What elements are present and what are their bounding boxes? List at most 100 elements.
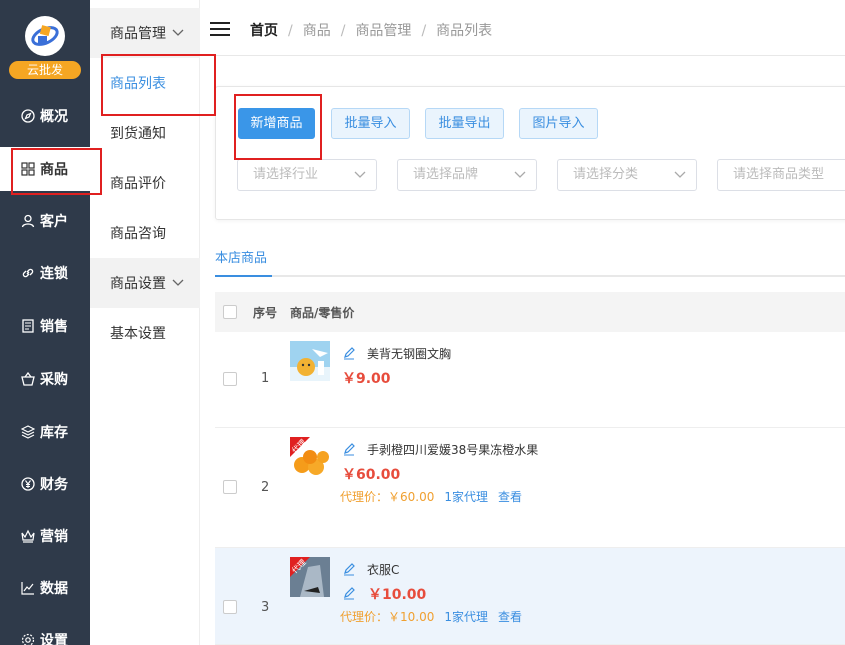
breadcrumb-goods-list: 商品列表 <box>436 23 493 39</box>
nav-item-label: 销售 <box>40 319 68 335</box>
nav-item-label: 商品 <box>40 162 68 178</box>
submenu-item-goods-list[interactable]: 商品列表 <box>90 58 200 108</box>
brand-logo[interactable]: 云批发 <box>0 0 90 90</box>
add-goods-button[interactable]: 新增商品 <box>238 108 315 139</box>
line-chart-icon <box>20 580 36 596</box>
submenu-group-goods-settings[interactable]: 商品设置 <box>90 258 200 308</box>
layers-icon <box>20 424 36 440</box>
agent-price-line: 代理价：￥10.00 1家代理 查看 <box>340 608 522 625</box>
basket-icon <box>20 371 36 387</box>
table-row: 1 美背无钢圈文胸 ￥9.00 <box>215 332 845 428</box>
row-checkbox[interactable] <box>223 372 237 386</box>
goods-thumbnail[interactable] <box>290 341 330 381</box>
view-link[interactable]: 查看 <box>498 610 522 624</box>
agent-count-link[interactable]: 1家代理 <box>444 610 488 624</box>
nav-item-label: 财务 <box>40 477 68 493</box>
breadcrumb-goods[interactable]: 商品 <box>303 23 331 39</box>
goods-type-select[interactable]: 请选择商品类型 <box>717 159 845 191</box>
chevron-down-icon <box>514 160 526 202</box>
nav-item-settings[interactable]: 设置 <box>0 618 90 645</box>
batch-export-button[interactable]: 批量导出 <box>425 108 504 139</box>
nav-item-purchase[interactable]: 采购 <box>0 357 90 401</box>
submenu-item-basic-settings[interactable]: 基本设置 <box>90 308 200 358</box>
submenu-item-arrival-notice[interactable]: 到货通知 <box>90 108 200 158</box>
nav-item-label: 连锁 <box>40 266 68 282</box>
brand-select[interactable]: 请选择品牌 <box>397 159 537 191</box>
nav-item-label: 营销 <box>40 529 68 545</box>
nav-item-label: 数据 <box>40 581 68 597</box>
brand-name: 云批发 <box>9 61 81 79</box>
nav-item-data[interactable]: 数据 <box>0 566 90 610</box>
nav-item-sales[interactable]: 销售 <box>0 304 90 348</box>
select-all-checkbox[interactable] <box>223 305 237 319</box>
nav-item-inventory[interactable]: 库存 <box>0 410 90 454</box>
goods-name: 美背无钢圈文胸 <box>367 347 452 361</box>
nav-item-finance[interactable]: 财务 <box>0 462 90 506</box>
goods-thumbnail[interactable]: 代理 <box>290 437 330 477</box>
agent-price: 代理价：￥10.00 <box>340 610 435 624</box>
table-row: 2 代理 手剥橙四川爱媛38号果冻橙水果 ￥60.00 代理价：￥60.00 1家… <box>215 428 845 548</box>
nav-item-marketing[interactable]: 营销 <box>0 514 90 558</box>
view-link[interactable]: 查看 <box>498 490 522 504</box>
agent-price: 代理价：￥60.00 <box>340 490 435 504</box>
edit-price-pencil-icon[interactable] <box>342 586 356 600</box>
image-import-button[interactable]: 图片导入 <box>519 108 598 139</box>
action-panel: 新增商品 批量导入 批量导出 图片导入 请选择行业 请选择品牌 请选择分类 请选… <box>215 86 845 220</box>
nav-item-label: 库存 <box>40 425 68 441</box>
batch-import-button[interactable]: 批量导入 <box>331 108 410 139</box>
crown-icon <box>20 528 36 544</box>
yen-icon <box>20 476 36 492</box>
column-header-no: 序号 <box>253 306 278 320</box>
goods-name: 手剥橙四川爱媛38号果冻橙水果 <box>367 443 539 457</box>
row-checkbox[interactable] <box>223 480 237 494</box>
nav-item-label: 设置 <box>40 633 68 645</box>
link-icon <box>20 265 36 281</box>
category-select-placeholder: 请选择分类 <box>573 167 639 182</box>
table-row: 3 代理 衣服C ￥10.00 代理价：￥10.00 1家代理 查看 <box>215 548 845 645</box>
goods-type-select-placeholder: 请选择商品类型 <box>733 167 825 182</box>
industry-select[interactable]: 请选择行业 <box>237 159 377 191</box>
edit-pencil-icon[interactable] <box>342 346 356 360</box>
submenu-item-goods-inquiry[interactable]: 商品咨询 <box>90 208 200 258</box>
secondary-menu: 商品管理 商品列表 到货通知 商品评价 商品咨询 商品设置 基本设置 <box>90 0 200 645</box>
goods-thumbnail[interactable]: 代理 <box>290 557 330 597</box>
tab-active-indicator <box>215 275 272 277</box>
edit-pencil-icon[interactable] <box>342 442 356 456</box>
main-sidebar: 云批发 概况 商品 客户 连锁 销售 采购 库存 财务 营销 数据 设置 <box>0 0 90 645</box>
nav-item-goods[interactable]: 商品 <box>0 147 90 191</box>
submenu-group-label: 商品设置 <box>110 276 166 292</box>
row-index: 3 <box>261 600 270 615</box>
row-index: 1 <box>261 371 270 386</box>
submenu-group-goods-management[interactable]: 商品管理 <box>90 8 200 58</box>
table-header: 序号 商品/零售价 <box>215 292 845 332</box>
category-select[interactable]: 请选择分类 <box>557 159 697 191</box>
nav-item-label: 概况 <box>40 109 68 125</box>
agent-count-link[interactable]: 1家代理 <box>444 490 488 504</box>
hamburger-menu-icon[interactable] <box>210 22 230 36</box>
chevron-down-icon <box>674 160 686 202</box>
nav-item-label: 客户 <box>40 214 68 230</box>
goods-price: ￥10.00 <box>368 587 427 603</box>
edit-pencil-icon[interactable] <box>342 562 356 576</box>
gear-icon <box>20 632 36 645</box>
nav-item-chain[interactable]: 连锁 <box>0 251 90 295</box>
brand-select-placeholder: 请选择品牌 <box>413 167 479 182</box>
compass-icon <box>20 108 36 124</box>
grid-icon <box>20 161 36 177</box>
goods-price: ￥9.00 <box>342 371 391 387</box>
submenu-item-goods-review[interactable]: 商品评价 <box>90 158 200 208</box>
goods-price: ￥60.00 <box>342 467 401 483</box>
submenu-group-label: 商品管理 <box>110 26 166 42</box>
user-icon <box>20 213 36 229</box>
nav-item-label: 采购 <box>40 372 68 388</box>
industry-select-placeholder: 请选择行业 <box>253 167 319 182</box>
breadcrumb-home[interactable]: 首页 <box>250 23 278 39</box>
row-checkbox[interactable] <box>223 600 237 614</box>
top-bar: 首页 / 商品 / 商品管理 / 商品列表 <box>200 0 845 56</box>
row-index: 2 <box>261 480 270 495</box>
nav-item-overview[interactable]: 概况 <box>0 94 90 138</box>
logo-icon <box>25 16 65 56</box>
breadcrumb-goods-management[interactable]: 商品管理 <box>355 23 411 39</box>
tab-store-goods[interactable]: 本店商品 <box>215 247 267 266</box>
nav-item-customer[interactable]: 客户 <box>0 199 90 243</box>
